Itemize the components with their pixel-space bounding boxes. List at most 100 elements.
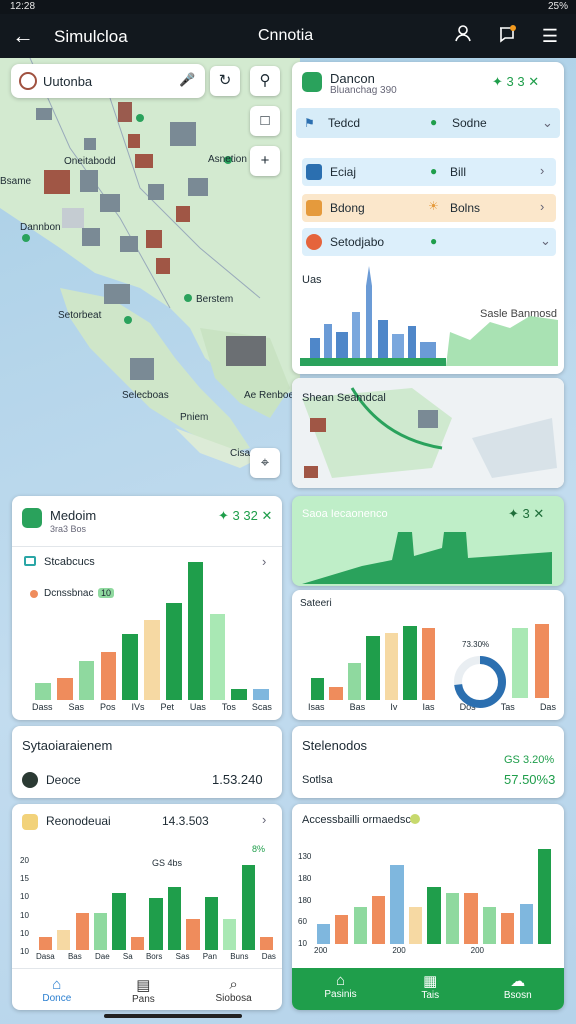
nav-item-label: Donce — [42, 993, 72, 1004]
bar-mark — [122, 633, 139, 700]
map-search-bar[interactable]: Uutonba 🎤 — [11, 64, 205, 98]
header-center-title: Cnnotia — [258, 27, 314, 44]
microphone-icon[interactable]: 🎤 — [179, 72, 195, 88]
nav-item[interactable]: ⌕ Siobosa — [216, 972, 252, 1008]
folder-icon — [22, 814, 38, 830]
leaf-icon — [22, 508, 42, 528]
bar-mark — [186, 918, 200, 950]
axis-tick-label: Tos — [221, 702, 236, 712]
axis-tick-label: Buns — [230, 952, 249, 961]
building-icon — [306, 200, 322, 216]
research-bar-chart — [36, 858, 276, 950]
nav-item[interactable]: ☁ Bsosn — [504, 968, 532, 1010]
locate-icon[interactable]: ⌖ — [250, 448, 280, 478]
map-label: Selecboas — [122, 390, 169, 401]
stat-percent: GS 3.20% — [504, 754, 555, 766]
row-value: 57.50%3 — [504, 772, 556, 787]
zoom-in-button[interactable]: + — [250, 146, 280, 176]
bar-mark — [38, 937, 52, 950]
axis-tick-label: Das — [261, 952, 276, 961]
document-icon: ▤ — [136, 977, 151, 994]
home-icon: ⌂ — [335, 972, 346, 989]
research-panel: Reonodeuai 14.3.503 › 8% GS 4bs 20 15 10 10… — [12, 804, 282, 1010]
axis-tick-label: Dass — [32, 702, 53, 712]
bar-mark — [329, 687, 343, 700]
nav-item[interactable]: ▦ Tais — [421, 968, 439, 1010]
panel-title: Dancon — [330, 71, 375, 86]
stat-value: ✦ 3 ✕ — [508, 506, 545, 521]
x-axis-labels: Dasa Bas Dae Sa Bors Sas Pan Buns Das — [36, 952, 276, 964]
bar-mark — [535, 624, 549, 698]
axis-tick-label: Sas — [175, 952, 190, 961]
panel-title: Stelenodos — [302, 738, 368, 753]
back-arrow-icon[interactable]: ← — [10, 23, 36, 49]
chevron-right-icon[interactable]: › — [262, 812, 266, 827]
pin-icon: ● — [430, 234, 438, 248]
bar-mark — [167, 887, 182, 950]
stat-text: 3 3 — [506, 74, 525, 89]
map-detail-panel[interactable]: Shean Seamdcal — [292, 378, 564, 488]
team-icon: ⚑ — [304, 116, 315, 130]
nav-item[interactable]: ⌂ Donce — [42, 972, 71, 1008]
list-item-label: Bdong — [330, 201, 365, 215]
user-icon[interactable] — [450, 23, 476, 49]
bar-mark — [35, 683, 51, 700]
accessibility-panel: Accessbailli ormaedsc 130 180 180 60 10 200 2… — [292, 804, 564, 1010]
map-label: Berstem — [196, 294, 234, 305]
nav-item-label: Tais — [421, 990, 440, 1001]
axis-tick-label: Dae — [94, 952, 110, 961]
search-input[interactable]: Uutonba — [43, 74, 92, 89]
list-item[interactable]: ⚑ Tedcd ● Sodne ⌄ — [296, 108, 560, 138]
bar-mark — [112, 892, 126, 950]
nav-item[interactable]: ▤ Pans — [132, 972, 155, 1008]
bar-mark — [241, 865, 255, 950]
chevron-right-icon: › — [540, 163, 545, 178]
search-icon[interactable]: ⚲ — [250, 66, 280, 96]
bottom-nav: ⌂ Donce ▤ Pans ⌕ Siobosa — [12, 972, 282, 1008]
axis-tick-label: 200 — [314, 946, 328, 955]
bar-mark — [445, 893, 460, 944]
status-time: 12:28 — [10, 1, 36, 12]
bar-mark — [209, 614, 226, 700]
axis-tick-label: 10 — [20, 946, 29, 956]
bar-mark — [501, 913, 515, 944]
document-icon — [306, 164, 322, 180]
green-chart-panel: Saoa Iecaonenco ✦ 3 ✕ — [292, 496, 564, 586]
bar-mark — [253, 688, 269, 700]
y-axis-labels: 20 15 10 10 10 10 — [20, 856, 34, 956]
axis-tick-label: Scas — [251, 702, 272, 712]
panel-title: Accessbailli ormaedsc — [302, 814, 411, 826]
panel-subtitle: Bluanchag 390 — [330, 85, 397, 96]
status-battery: 25% — [547, 1, 568, 12]
menu-icon[interactable]: ☰ — [537, 23, 563, 49]
nav-item-label: Pasinis — [324, 989, 357, 1000]
overview-panel: Dancon Bluanchag 390 ✦ 3 3 ✕ ⚑ Tedcd ● S… — [292, 62, 564, 374]
notification-icon[interactable] — [494, 23, 520, 49]
bar-mark — [187, 562, 204, 700]
bar-mark — [204, 896, 219, 950]
bar-mark — [57, 929, 71, 950]
bar-mark — [310, 677, 324, 700]
dashboard-bar-chart — [308, 620, 438, 700]
list-item[interactable]: Setodjabo ● ⌄ — [302, 228, 556, 256]
list-item[interactable]: Bdong ☀ Bolns › — [302, 194, 556, 222]
donut-chart — [454, 656, 506, 708]
bar-mark — [165, 603, 182, 700]
bar-mark — [130, 937, 145, 950]
bar-mark — [100, 651, 117, 700]
stat-value: ✦ 3 32 ✕ — [218, 508, 273, 523]
layers-icon[interactable]: □ — [250, 106, 280, 136]
dashboard-panel: Sateeri Isas Bas Iv Ias Dos Tas Das 73.30% — [292, 590, 564, 720]
bar-mark — [335, 915, 349, 944]
list-item[interactable]: Eciaj ● Bill › — [302, 158, 556, 186]
nav-item[interactable]: ⌂ Pasinis — [324, 968, 356, 1010]
axis-tick-label: Bas — [67, 952, 82, 961]
bar-mark — [56, 677, 73, 700]
axis-tick-label: Pet — [160, 702, 174, 712]
search-icon: ⌕ — [229, 976, 238, 993]
refresh-icon[interactable]: ↻ — [210, 66, 240, 96]
bar-mark — [403, 626, 417, 700]
bottom-nav-green: ⌂ Pasinis ▦ Tais ☁ Bsosn — [292, 968, 564, 1010]
map-label: Oneitabodd — [64, 156, 116, 167]
axis-tick-label: Sa — [122, 952, 133, 961]
